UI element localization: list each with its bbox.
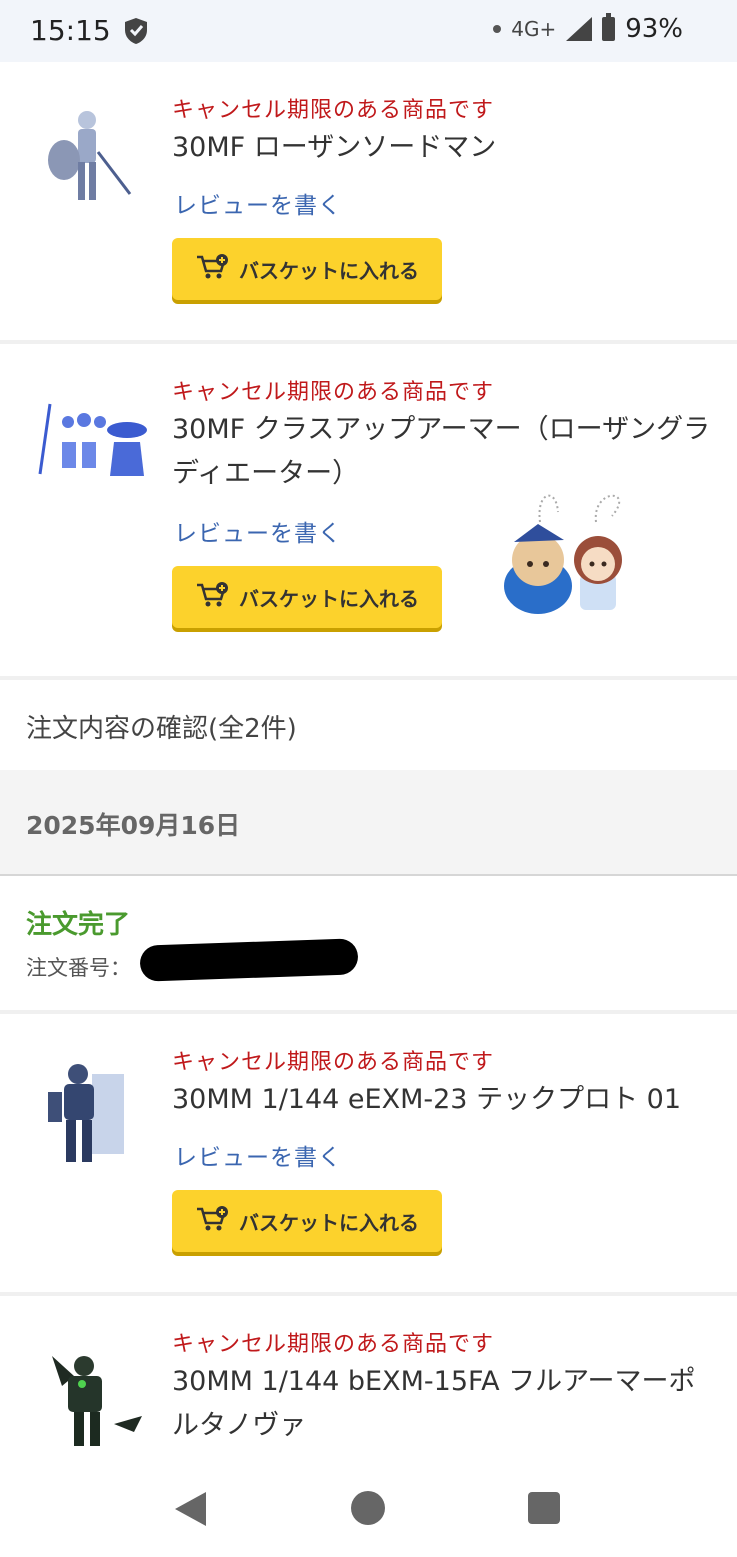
product-image[interactable] [22, 1054, 150, 1182]
product-name[interactable]: 30MM 1/144 bEXM-15FA フルアーマーポルタノヴァ [172, 1360, 717, 1448]
order-number-label: 注文番号： [26, 956, 131, 980]
write-review-link[interactable]: レビューを書く [174, 186, 342, 220]
cancel-deadline-notice: キャンセル期限のある商品です [172, 98, 495, 123]
battery-percent: 93% [625, 14, 683, 44]
order-summary-row[interactable]: 注文内容の確認(全2件) [0, 676, 737, 774]
product-item: キャンセル期限のある商品です 30MF ローザンソードマン レビューを書く バス… [0, 62, 737, 338]
add-to-basket-button[interactable]: バスケットに入れる [172, 1190, 442, 1252]
cart-plus-icon [195, 1205, 229, 1238]
product-name[interactable]: 30MM 1/144 eEXM-23 テックプロト 01 [172, 1078, 717, 1122]
add-to-basket-button[interactable]: バスケットに入れる [172, 566, 442, 628]
status-bar: 15:15 4G+ 93% [0, 0, 737, 62]
product-name[interactable]: 30MF ローザンソードマン [172, 126, 717, 170]
basket-button-label: バスケットに入れる [239, 586, 419, 611]
order-date: 2025年09月16日 [26, 811, 241, 840]
write-review-link[interactable]: レビューを書く [174, 514, 342, 548]
product-item: キャンセル期限のある商品です 30MM 1/144 bEXM-15FA フルアー… [0, 1296, 737, 1462]
signal-icon [566, 17, 593, 41]
cancel-deadline-notice: キャンセル期限のある商品です [172, 1332, 495, 1357]
status-time: 15:15 [30, 14, 111, 47]
network-type: 4G+ [511, 17, 557, 41]
cart-plus-icon [195, 581, 229, 614]
cancel-deadline-notice: キャンセル期限のある商品です [172, 380, 495, 405]
write-review-link[interactable]: レビューを書く [174, 1138, 342, 1172]
product-image[interactable] [22, 102, 150, 230]
order-info: 注文完了 注文番号： [0, 876, 737, 1010]
basket-button-label: バスケットに入れる [239, 258, 419, 283]
order-date-header: 2025年09月16日 [0, 770, 737, 876]
cancel-deadline-notice: キャンセル期限のある商品です [172, 1050, 495, 1075]
order-history-list[interactable]: キャンセル期限のある商品です 30MF ローザンソードマン レビューを書く バス… [0, 62, 737, 1462]
shield-icon [123, 17, 149, 49]
system-navigation-bar [0, 1462, 737, 1557]
cart-plus-icon [195, 253, 229, 286]
product-image[interactable] [22, 1336, 150, 1462]
recent-apps-icon[interactable] [528, 1492, 560, 1524]
home-icon[interactable] [351, 1491, 385, 1525]
add-to-basket-button[interactable]: バスケットに入れる [172, 238, 442, 300]
product-image[interactable] [22, 384, 150, 512]
redacted-order-number [139, 938, 359, 982]
notification-dot-icon [493, 25, 502, 33]
order-status: 注文完了 [26, 910, 131, 940]
basket-button-label: バスケットに入れる [239, 1210, 419, 1235]
character-sticker-overlay [496, 482, 642, 622]
order-summary-label: 注文内容の確認(全2件) [26, 714, 297, 744]
back-icon[interactable] [175, 1492, 206, 1526]
battery-icon [602, 13, 616, 41]
product-item: キャンセル期限のある商品です 30MM 1/144 eEXM-23 テックプロト… [0, 1014, 737, 1290]
